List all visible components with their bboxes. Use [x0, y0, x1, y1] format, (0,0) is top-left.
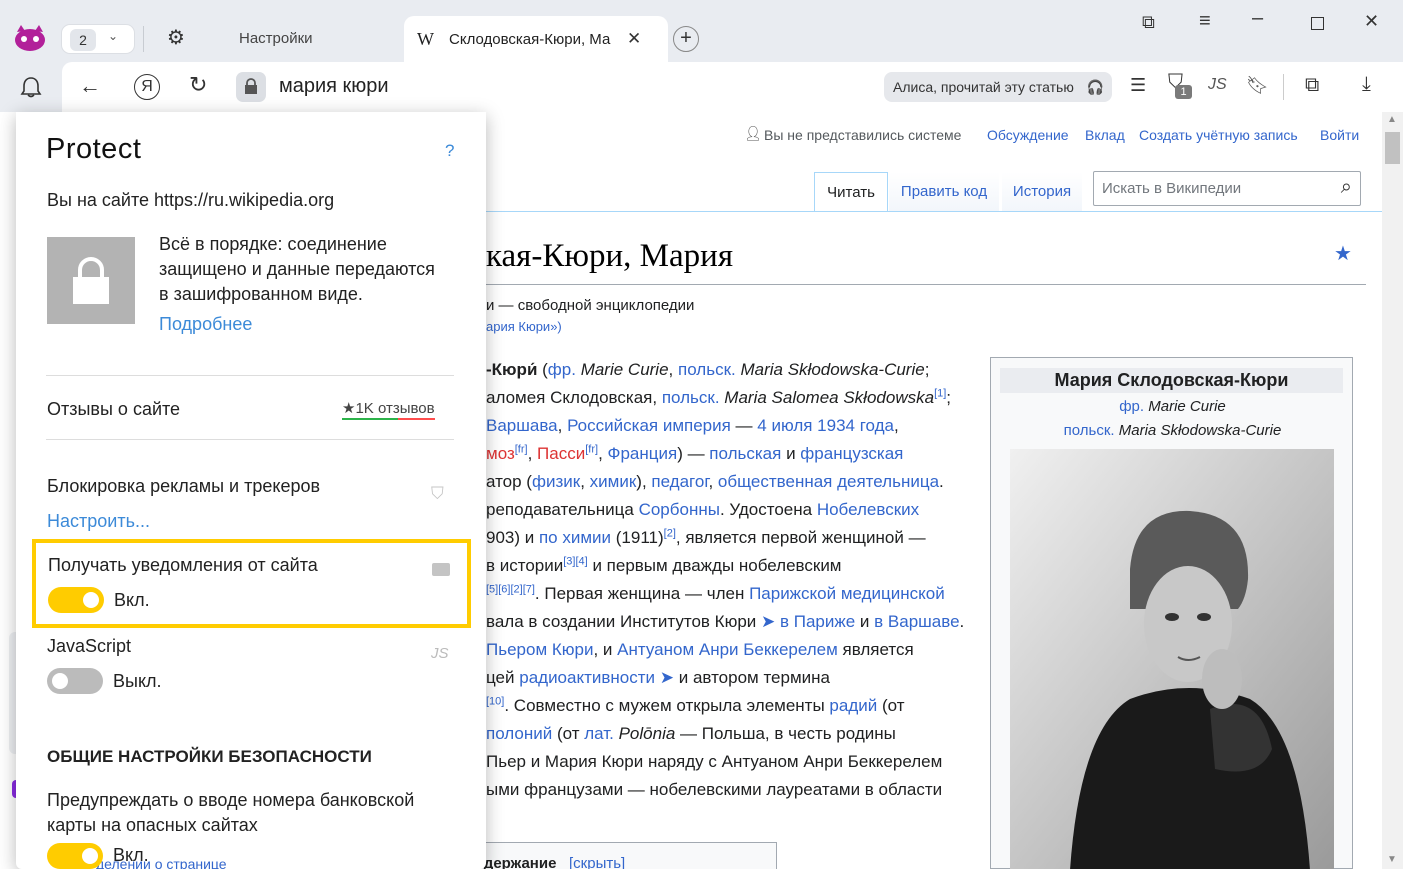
wiki-toc-box: Содержание [скрыть]	[447, 842, 777, 869]
wiki-infobox: Мария Склодовская-Кюри фр. Marie Curie п…	[990, 357, 1353, 869]
tab-divider	[143, 26, 144, 52]
toolbar-divider	[1283, 74, 1284, 100]
protect-title: Protect	[46, 133, 142, 165]
notif-label: Получать уведомления от сайта	[48, 555, 318, 575]
secure-text-3: в зашифрованном виде.	[159, 284, 363, 304]
shield-icon: ⛉	[431, 484, 444, 503]
close-window-icon[interactable]: ✕	[1364, 12, 1379, 30]
scroll-down-arrow-icon[interactable]: ▼	[1387, 854, 1397, 865]
javascript-icon: JS	[431, 645, 449, 662]
wiki-toc-hide[interactable]: [скрыть]	[569, 855, 625, 869]
js-label: JavaScript	[47, 636, 132, 656]
new-tab-icon[interactable]: +	[673, 26, 699, 52]
wiki-login-link[interactable]: Войти	[1320, 127, 1359, 143]
js-state: Выкл.	[113, 671, 162, 691]
notif-state: Вкл.	[114, 590, 150, 610]
back-arrow-icon[interactable]: ←	[79, 75, 101, 97]
wiki-tab-edit[interactable]: Править код	[889, 172, 999, 212]
reviews-count-link[interactable]: ★1K отзывов	[342, 399, 435, 420]
scroll-up-arrow-icon[interactable]: ▲	[1387, 114, 1397, 125]
bank-label-1: Предупреждать о вводе номера банковской	[47, 790, 415, 810]
bank-state: Вкл.	[113, 845, 149, 865]
chat-bubble-icon	[432, 563, 450, 576]
browser-logo-icon[interactable]	[13, 24, 47, 52]
lock-icon	[245, 78, 257, 94]
wiki-discussion-link[interactable]: Обсуждение	[987, 127, 1069, 143]
bank-toggle[interactable]	[47, 843, 103, 869]
wikipedia-favicon-icon: W	[417, 29, 434, 49]
divider	[46, 439, 454, 440]
wiki-search-box[interactable]: Искать в Википедии ⌕	[1093, 171, 1361, 206]
js-toggle[interactable]	[47, 668, 103, 694]
wiki-tab-read[interactable]: Читать	[814, 172, 888, 212]
adblock-label: Блокировка рекламы и трекеров	[47, 476, 321, 496]
menu-icon[interactable]: ≡	[1199, 11, 1211, 31]
reader-mode-icon[interactable]: ☰	[1130, 76, 1146, 94]
gear-icon[interactable]: ⚙	[167, 28, 185, 48]
bookmarks-panel-icon[interactable]: ⧉	[1142, 13, 1155, 31]
scrollbar-thumb[interactable]	[1385, 132, 1400, 164]
reload-icon[interactable]: ↻	[189, 74, 207, 96]
wiki-user-icon: 👤︎	[744, 125, 762, 141]
alice-read-article-button[interactable]: Алиса, прочитай эту статью 🎧	[884, 72, 1112, 102]
infobox-fr-name: Marie Curie	[1148, 398, 1226, 415]
wiki-not-logged-in: Вы не представились системе	[764, 127, 962, 143]
tab-count: 2	[70, 29, 96, 51]
page-scrollbar[interactable]: ▲ ▼	[1382, 112, 1403, 869]
search-icon[interactable]: ⌕	[1341, 176, 1352, 199]
reviews-label: Отзывы о сайте	[47, 399, 181, 419]
wiki-title-underline	[486, 284, 1366, 285]
general-security-heading: ОБЩИЕ НАСТРОЙКИ БЕЗОПАСНОСТИ	[47, 747, 372, 766]
yandex-logo-icon[interactable]: Я	[134, 74, 160, 100]
protect-badge: 1	[1175, 85, 1192, 99]
collections-icon[interactable]: ⧉	[1305, 75, 1319, 95]
tab-active-title: Склодовская-Кюри, Ма	[449, 31, 611, 48]
infobox-portrait-image[interactable]	[1010, 449, 1334, 869]
infobox-pl-label[interactable]: польск.	[1064, 422, 1115, 439]
divider	[46, 375, 454, 376]
url-text[interactable]: мария кюри	[279, 75, 389, 98]
tab-count-button[interactable]: 2 ⌄	[61, 24, 135, 54]
headphones-icon: 🎧	[1086, 79, 1104, 95]
notifications-bell-icon[interactable]	[19, 76, 43, 102]
chevron-down-icon: ⌄	[108, 29, 119, 43]
secure-text-2: защищено и данные передаются	[159, 259, 435, 279]
wiki-create-account-link[interactable]: Создать учётную запись	[1139, 127, 1298, 143]
infobox-pl-line: польск. Maria Skłodowska-Curie	[991, 422, 1354, 439]
close-tab-icon[interactable]: ✕	[627, 30, 641, 47]
tab-bar	[0, 0, 1403, 70]
wiki-article-body: -Кюри́ (фр. Marie Curie, польск. Maria S…	[486, 360, 965, 799]
lock-button[interactable]	[236, 72, 266, 102]
maximize-icon[interactable]	[1311, 17, 1324, 30]
downloads-icon[interactable]: ⤓	[1362, 74, 1371, 94]
notif-toggle[interactable]	[48, 587, 104, 613]
site-line: Вы на сайте https://ru.wikipedia.org	[47, 190, 335, 210]
tab-settings[interactable]: Настройки	[239, 30, 313, 47]
secure-lock-image-icon	[47, 237, 135, 324]
wiki-from-line: и — свободной энциклопедии	[486, 297, 695, 314]
watch-star-icon[interactable]: ★	[1334, 241, 1352, 266]
bookmark-icon[interactable]: 🔖︎	[1246, 76, 1269, 94]
notifications-highlight-box	[32, 539, 471, 628]
infobox-fr-label[interactable]: фр.	[1119, 398, 1144, 415]
wiki-tab-history[interactable]: История	[1002, 172, 1082, 212]
minimize-icon[interactable]: –	[1252, 8, 1263, 28]
protect-popup: Protect ? Вы на сайте https://ru.wikiped…	[16, 112, 486, 869]
javascript-icon[interactable]: JS	[1208, 76, 1227, 94]
configure-link[interactable]: Настроить...	[47, 511, 150, 532]
infobox-pl-name: Maria Skłodowska-Curie	[1118, 422, 1282, 439]
bank-label-2: карты на опасных сайтах	[47, 815, 258, 835]
infobox-title: Мария Склодовская-Кюри	[1000, 368, 1343, 393]
wiki-article-title: кая-Кюри, Мария	[486, 238, 734, 274]
more-link[interactable]: Подробнее	[159, 314, 252, 335]
wiki-redirect-line[interactable]: ария Кюри»)	[486, 319, 562, 334]
wiki-search-placeholder: Искать в Википедии	[1102, 180, 1242, 197]
help-icon[interactable]: ?	[445, 141, 454, 161]
infobox-fr-line: фр. Marie Curie	[991, 398, 1354, 415]
secure-text-1: Всё в порядке: соединение	[159, 234, 387, 254]
alice-read-label: Алиса, прочитай эту статью	[893, 79, 1074, 95]
wiki-contrib-link[interactable]: Вклад	[1085, 127, 1125, 143]
wiki-header-line	[486, 211, 1382, 212]
